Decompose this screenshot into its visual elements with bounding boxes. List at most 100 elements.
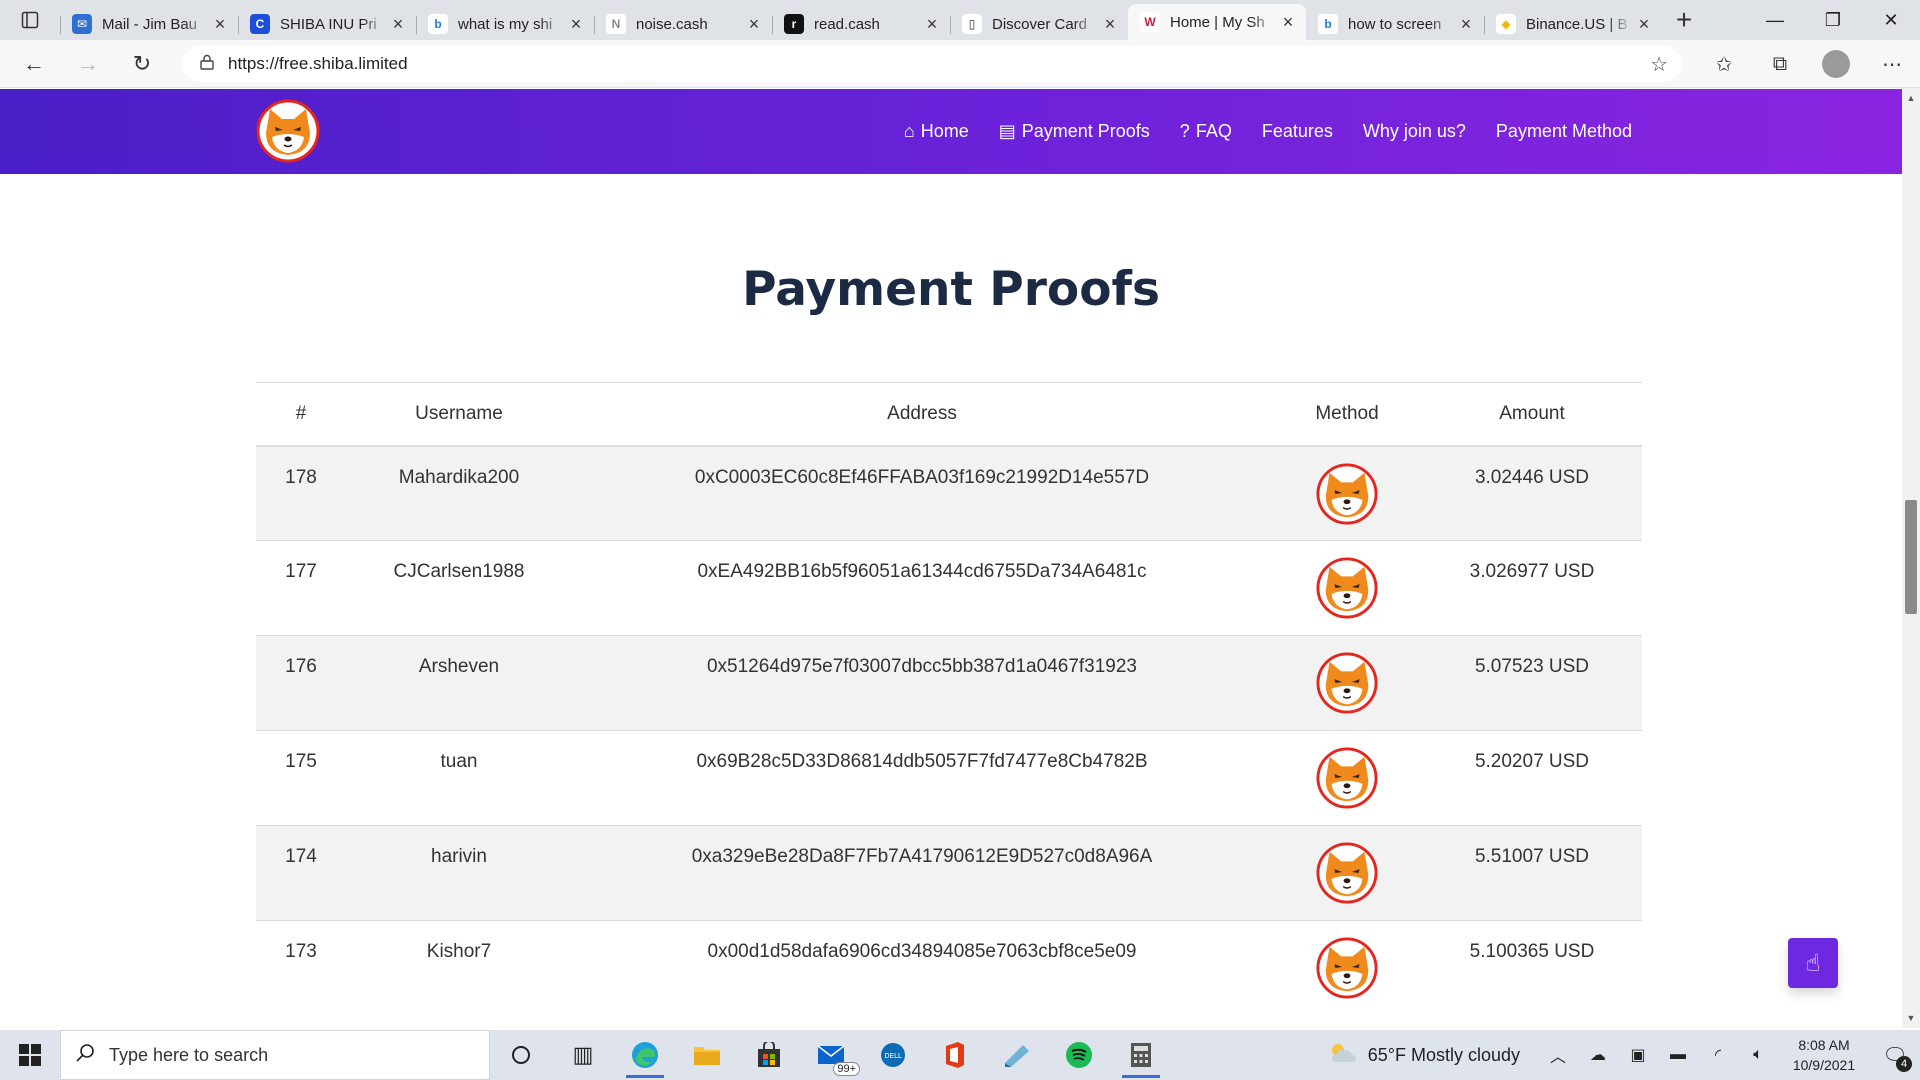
close-tab-icon[interactable]: ×	[1278, 12, 1298, 32]
close-tab-icon[interactable]: ×	[1634, 14, 1654, 34]
paint-icon[interactable]	[986, 1030, 1048, 1080]
refresh-button[interactable]: ↻	[122, 44, 162, 84]
table-row: 177 CJCarlsen1988 0xEA492BB16b5f96051a6134…	[256, 540, 1642, 636]
windows-start-button[interactable]	[0, 1030, 60, 1080]
header-method: Method	[1272, 382, 1422, 447]
close-tab-icon[interactable]: ×	[1100, 14, 1120, 34]
address-bar[interactable]: https://free.shiba.limited ☆	[182, 46, 1682, 82]
hand-pointer-icon: ☝	[1805, 949, 1821, 977]
close-tab-icon[interactable]: ×	[388, 14, 408, 34]
task-view-icon[interactable]: ▥	[552, 1030, 614, 1080]
onedrive-icon[interactable]: ☁	[1578, 1045, 1618, 1065]
row-amount: 5.51007 USD	[1422, 825, 1642, 921]
close-tab-icon[interactable]: ×	[744, 14, 764, 34]
cortana-icon[interactable]	[490, 1030, 552, 1080]
show-hidden-icons-icon[interactable]: ︿	[1538, 1043, 1578, 1067]
calculator-icon[interactable]	[1110, 1030, 1172, 1080]
row-number: 177	[256, 540, 346, 636]
collections-icon[interactable]: ⧉	[1752, 44, 1808, 84]
header-username: Username	[346, 382, 572, 447]
row-number: 175	[256, 730, 346, 826]
browser-tab[interactable]: Nnoise.cash ×	[594, 8, 772, 40]
back-button[interactable]: ←	[14, 44, 54, 84]
browser-tab[interactable]: ◆ Binance.US | B ×	[1484, 8, 1662, 40]
row-method	[1272, 540, 1422, 636]
store-icon[interactable]	[738, 1030, 800, 1080]
nav-link[interactable]: ▤ Payment Proofs	[999, 121, 1150, 142]
dell-icon[interactable]: DELL	[862, 1030, 924, 1080]
browser-tab[interactable]: W Home | My Sh ×	[1128, 4, 1306, 40]
row-username: CJCarlsen1988	[346, 540, 572, 636]
table-row: 174 harivin 0xa329eBe28Da8F7Fb7A41790612E9…	[256, 825, 1642, 921]
office-icon[interactable]	[924, 1030, 986, 1080]
scroll-up-arrow-icon[interactable]: ▲	[1902, 90, 1920, 106]
browser-tab[interactable]: C SHIBA INU Pri ×	[238, 8, 416, 40]
search-icon	[75, 1043, 95, 1068]
volume-icon[interactable]: 🔈︎	[1738, 1046, 1778, 1064]
nav-link-label: Payment Method	[1495, 121, 1632, 141]
browser-tab[interactable]: ✉ Mail - Jim Bau ×	[60, 8, 238, 40]
scroll-down-arrow-icon[interactable]: ▼	[1902, 1010, 1920, 1026]
shiba-token-icon	[1316, 937, 1378, 999]
scroll-thumb[interactable]	[1905, 500, 1917, 614]
page-scrollbar[interactable]: ▲ ▼	[1902, 88, 1920, 1028]
lock-icon[interactable]	[200, 54, 214, 75]
browser-tab[interactable]: r read.cash ×	[772, 8, 950, 40]
nav-link[interactable]: Why join us?	[1363, 121, 1466, 142]
tab-title: noise.cash	[636, 15, 708, 33]
battery-icon[interactable]: ▬	[1658, 1046, 1698, 1064]
row-number: 173	[256, 920, 346, 1016]
taskbar-search-box[interactable]: Type here to search	[60, 1030, 490, 1080]
header-address: Address	[572, 382, 1272, 447]
row-address: 0xa329eBe28Da8F7Fb7A41790612E9D527c0d8A9…	[572, 825, 1272, 921]
minimize-button[interactable]: —	[1746, 0, 1804, 40]
maximize-button[interactable]: ❐	[1804, 0, 1862, 40]
home-icon: ⌂	[903, 121, 915, 141]
url-text[interactable]: https://free.shiba.limited	[228, 54, 408, 74]
wifi-icon[interactable]: ◜	[1698, 1045, 1738, 1065]
close-window-button[interactable]: ✕	[1862, 0, 1920, 40]
nav-link[interactable]: ? FAQ	[1180, 121, 1232, 142]
row-method	[1272, 635, 1422, 731]
row-method	[1272, 825, 1422, 921]
browser-tab[interactable]: b what is my shi ×	[416, 8, 594, 40]
tab-actions-icon[interactable]	[0, 0, 60, 40]
shiba-logo[interactable]	[256, 99, 320, 163]
forward-button[interactable]: →	[68, 44, 108, 84]
file-explorer-icon[interactable]	[676, 1030, 738, 1080]
coinmarketcap-icon: C	[250, 14, 270, 34]
browser-tab[interactable]: b how to screen ×	[1306, 8, 1484, 40]
nav-link[interactable]: ⌂ Home	[904, 121, 969, 142]
outlook-icon: ✉	[72, 14, 92, 34]
row-address: 0x00d1d58dafa6906cd34894085e7063cbf8ce5e…	[572, 920, 1272, 1016]
profile-avatar[interactable]	[1822, 50, 1850, 78]
row-address: 0x51264d975e7f03007dbcc5bb387d1a0467f319…	[572, 635, 1272, 731]
close-tab-icon[interactable]: ×	[922, 14, 942, 34]
close-tab-icon[interactable]: ×	[210, 14, 230, 34]
weather-widget[interactable]: 65°F Mostly cloudy	[1328, 1042, 1520, 1069]
new-tab-button[interactable]: +	[1662, 0, 1706, 40]
tab-title: Mail - Jim Bau	[102, 15, 198, 33]
nav-link[interactable]: Features	[1262, 121, 1333, 142]
shiba-token-icon	[1316, 557, 1378, 619]
nav-link[interactable]: Payment Method	[1496, 121, 1632, 142]
clock[interactable]: 8:08 AM 10/9/2021	[1778, 1035, 1870, 1075]
meet-now-icon[interactable]: ▣	[1618, 1045, 1658, 1065]
close-tab-icon[interactable]: ×	[1456, 14, 1476, 34]
browser-tab[interactable]: ▯ Discover Card ×	[950, 8, 1128, 40]
notifications-icon[interactable]: 🗨︎ 4	[1870, 1043, 1920, 1072]
table-header-row: # Username Address Method Amount	[256, 382, 1642, 447]
spotify-icon[interactable]	[1048, 1030, 1110, 1080]
binance-icon: ◆	[1496, 14, 1516, 34]
row-username: Arsheven	[346, 635, 572, 731]
close-tab-icon[interactable]: ×	[566, 14, 586, 34]
edge-browser-icon[interactable]	[614, 1030, 676, 1080]
favorites-icon[interactable]: ✩	[1696, 44, 1752, 84]
id-card-icon: ▤	[998, 121, 1016, 141]
more-menu-icon[interactable]: ⋯	[1864, 44, 1920, 84]
scroll-to-top-button[interactable]: ☝	[1788, 938, 1838, 988]
mail-icon[interactable]: 99+	[800, 1030, 862, 1080]
add-favorite-icon[interactable]: ☆	[1650, 52, 1668, 77]
site-header: ⌂ Home ▤ Payment Proofs ? FAQ Features Why join…	[0, 89, 1902, 174]
tab-title: Binance.US | B	[1526, 15, 1628, 33]
